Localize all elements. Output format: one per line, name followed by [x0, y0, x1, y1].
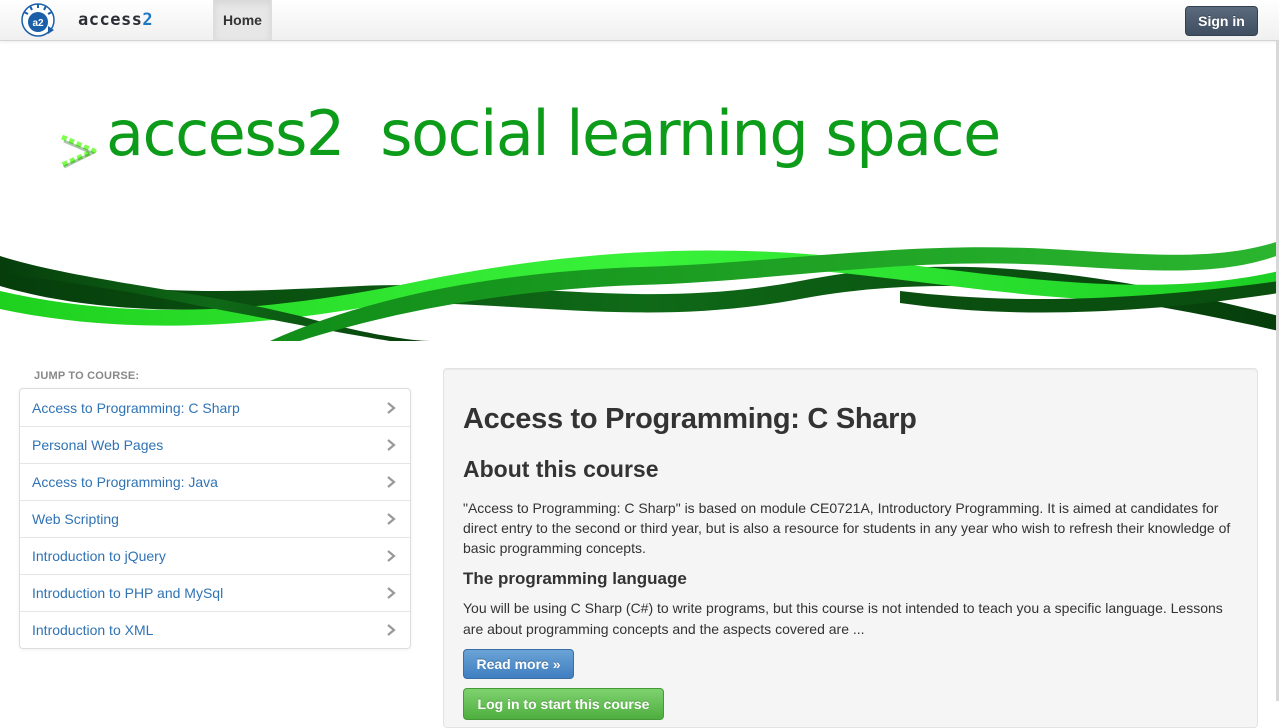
- start-course-button[interactable]: Log in to start this course: [463, 688, 664, 720]
- course-link-personal-web-pages[interactable]: Personal Web Pages: [20, 426, 410, 463]
- course-link-c-sharp[interactable]: Access to Programming: C Sharp: [20, 389, 410, 426]
- course-link-label: Personal Web Pages: [32, 437, 164, 453]
- brand-link[interactable]: a2 access2: [20, 3, 153, 37]
- language-text: You will be using C Sharp (C#) to write …: [463, 600, 1223, 637]
- chevron-right-icon: [387, 550, 396, 562]
- read-more-button[interactable]: Read more »: [463, 649, 574, 679]
- chevron-right-icon: [387, 624, 396, 636]
- course-link-php-mysql[interactable]: Introduction to PHP and MySql: [20, 574, 410, 611]
- chevron-right-icon: [387, 401, 396, 414]
- hero-banner: access2 social learning space: [0, 41, 1279, 341]
- logo-text: a2: [32, 18, 44, 29]
- brand-name-text: access: [78, 10, 143, 30]
- chevron-right-icon: [387, 439, 396, 451]
- course-detail-panel: Access to Programming: C Sharp About thi…: [443, 368, 1258, 728]
- chevron-right-icon: [387, 513, 396, 525]
- language-heading: The programming language: [463, 569, 687, 588]
- course-link-label: Access to Programming: C Sharp: [32, 399, 240, 416]
- hero-title: access2 social learning space: [106, 97, 1001, 170]
- course-title: Access to Programming: C Sharp: [463, 403, 917, 435]
- access2-logo-icon: a2: [21, 3, 55, 37]
- jump-to-course-heading: JUMP TO COURSE:: [34, 370, 140, 382]
- chevron-right-icon: [387, 476, 396, 488]
- brand-name-suffix: 2: [142, 10, 154, 30]
- course-link-xml[interactable]: Introduction to XML: [20, 611, 410, 648]
- course-link-label: Web Scripting: [32, 511, 119, 527]
- course-link-jquery[interactable]: Introduction to jQuery: [20, 537, 410, 574]
- course-link-label: Introduction to PHP and MySql: [32, 585, 224, 601]
- course-link-label: Introduction to jQuery: [32, 548, 166, 564]
- course-link-web-scripting[interactable]: Web Scripting: [20, 500, 410, 537]
- course-link-label: Access to Programming: Java: [32, 474, 218, 490]
- nav-home-tab[interactable]: Home: [213, 0, 272, 40]
- course-link-java[interactable]: Access to Programming: Java: [20, 463, 410, 500]
- course-nav-list: Access to Programming: C Sharp Personal …: [19, 388, 411, 649]
- about-course-text: "Access to Programming: C Sharp" is base…: [463, 500, 1231, 556]
- chevron-right-icon: [387, 587, 396, 599]
- brand-name: access2: [78, 10, 153, 30]
- hero-arrow-icon: [60, 134, 97, 169]
- ribbon-waves-graphic: [0, 241, 1279, 341]
- course-link-label: Introduction to XML: [32, 622, 154, 638]
- about-course-heading: About this course: [463, 456, 659, 482]
- sign-in-button[interactable]: Sign in: [1185, 6, 1258, 36]
- top-navbar: a2 access2 Home Sign in: [0, 0, 1279, 41]
